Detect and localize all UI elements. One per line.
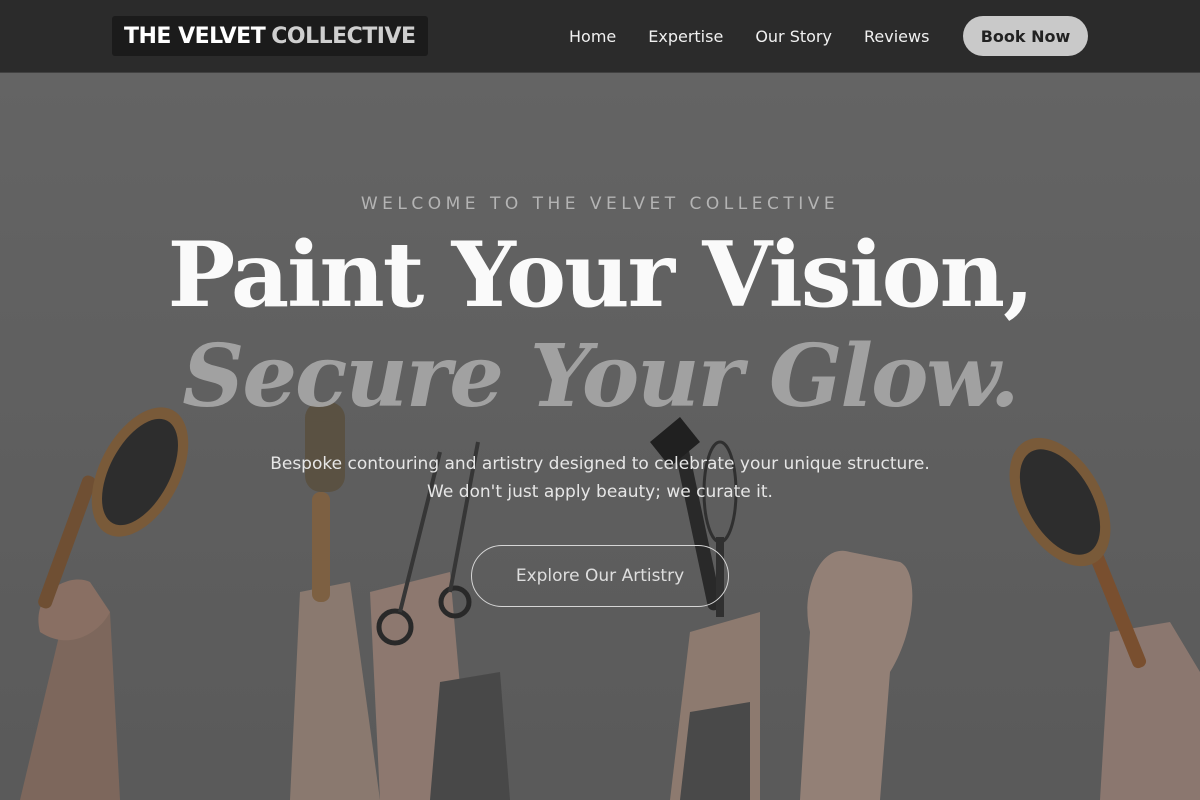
- hero-title-line1: Paint Your Vision,: [167, 222, 1035, 328]
- site-header: THE VELVET COLLECTIVE Home Expertise Our…: [0, 0, 1200, 72]
- explore-artistry-button[interactable]: Explore Our Artistry: [471, 545, 729, 607]
- nav-home-link[interactable]: Home: [569, 27, 616, 46]
- book-now-button[interactable]: Book Now: [963, 16, 1088, 56]
- nav-our-story-link[interactable]: Our Story: [755, 27, 832, 46]
- hero-subtitle: Bespoke contouring and artistry designed…: [270, 454, 930, 502]
- hero-eyebrow: WELCOME TO THE VELVET COLLECTIVE: [360, 194, 840, 214]
- main-nav: Home Expertise Our Story Reviews: [569, 0, 961, 72]
- brand-name-part1: THE VELVET: [124, 23, 266, 49]
- brand-name-part2: COLLECTIVE: [271, 23, 416, 49]
- hero-section: WELCOME TO THE VELVET COLLECTIVE Paint Y…: [0, 72, 1200, 800]
- nav-expertise-link[interactable]: Expertise: [648, 27, 723, 46]
- hero-title-line2: Secure Your Glow.: [182, 326, 1020, 427]
- brand-logo[interactable]: THE VELVET COLLECTIVE: [112, 16, 428, 56]
- nav-reviews-link[interactable]: Reviews: [864, 27, 929, 46]
